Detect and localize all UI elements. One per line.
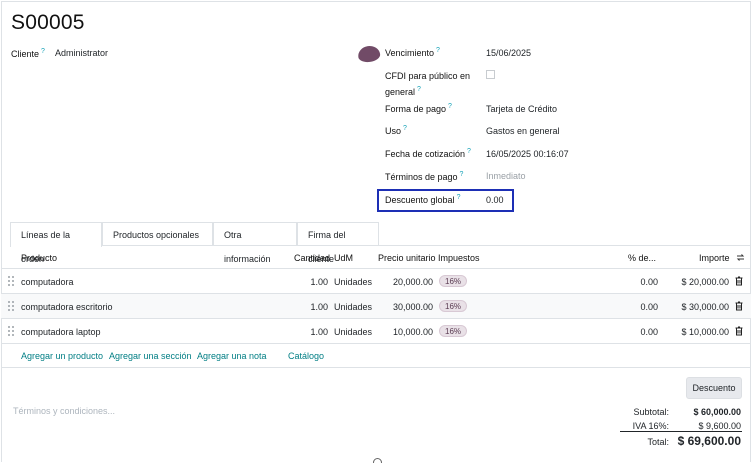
- cell-descuento[interactable]: 0.00: [640, 327, 658, 337]
- help-icon[interactable]: ?: [460, 171, 464, 178]
- fecha-cotizacion-label: Fecha de cotización?: [385, 148, 471, 159]
- cfdi-publico-label: CFDI para público en general?: [385, 71, 471, 97]
- help-icon[interactable]: ?: [457, 194, 461, 201]
- descuento-global-label: Descuento global?: [385, 194, 461, 205]
- cliente-field[interactable]: Administrator: [55, 48, 108, 58]
- table-row[interactable]: computadora 1.00 Unidades 20,000.00 16% …: [1, 269, 751, 294]
- add-note-link[interactable]: Agregar una nota: [197, 351, 267, 361]
- descuento-global-field[interactable]: 0.00: [486, 195, 504, 205]
- cell-precio[interactable]: 10,000.00: [393, 327, 433, 337]
- help-icon[interactable]: ?: [448, 103, 452, 110]
- iva-label: IVA 16%:: [632, 421, 669, 431]
- optional-columns-icon[interactable]: [736, 253, 745, 262]
- cell-cantidad[interactable]: 1.00: [310, 302, 328, 312]
- col-producto[interactable]: Producto: [21, 253, 57, 263]
- tab-lineas-orden[interactable]: Líneas de la orden: [10, 222, 102, 264]
- vencimiento-label: Vencimiento?: [385, 47, 440, 58]
- tab-productos-opcionales[interactable]: Productos opcionales: [102, 222, 213, 246]
- help-icon[interactable]: ?: [436, 47, 440, 54]
- tax-badge[interactable]: 16%: [439, 275, 468, 287]
- total-label: Total:: [647, 437, 669, 447]
- record-title: S00005: [11, 11, 85, 34]
- cliente-label: Cliente?: [11, 48, 45, 59]
- forma-pago-label: Forma de pago?: [385, 103, 452, 114]
- tab-otra-informacion[interactable]: Otra información: [213, 222, 297, 264]
- col-cantidad[interactable]: Cantidad: [294, 253, 330, 263]
- notebook-tabs: Líneas de la orden Productos opcionales …: [10, 222, 751, 264]
- cell-precio[interactable]: 30,000.00: [393, 302, 433, 312]
- fecha-cotizacion-field[interactable]: 16/05/2025 00:16:07: [486, 149, 569, 159]
- drag-handle-icon[interactable]: [8, 326, 14, 336]
- drag-handle-icon[interactable]: [8, 276, 14, 286]
- add-lines-row: Agregar un producto Agregar una sección …: [1, 344, 751, 368]
- terminos-pago-field[interactable]: Inmediato: [486, 171, 526, 181]
- drag-handle-icon[interactable]: [8, 301, 14, 311]
- cell-importe: $ 20,000.00: [681, 277, 729, 287]
- descuento-button[interactable]: Descuento: [686, 377, 742, 399]
- col-descuento[interactable]: % de...: [628, 253, 656, 263]
- scroll-indicator-icon: [373, 458, 382, 463]
- cell-udm[interactable]: Unidades: [334, 277, 372, 287]
- forma-pago-field[interactable]: Tarjeta de Crédito: [486, 104, 557, 114]
- cell-udm[interactable]: Unidades: [334, 302, 372, 312]
- col-impuestos[interactable]: Impuestos: [438, 253, 480, 263]
- cell-importe: $ 30,000.00: [681, 302, 729, 312]
- cell-cantidad[interactable]: 1.00: [310, 327, 328, 337]
- terms-conditions-input[interactable]: Términos y condiciones...: [13, 406, 115, 416]
- cell-precio[interactable]: 20,000.00: [393, 277, 433, 287]
- help-icon[interactable]: ?: [417, 86, 421, 93]
- uso-field[interactable]: Gastos en general: [486, 126, 560, 136]
- tax-badge[interactable]: 16%: [439, 300, 468, 312]
- trash-icon[interactable]: [735, 326, 743, 336]
- col-udm[interactable]: UdM: [334, 253, 353, 263]
- uso-label: Uso?: [385, 125, 407, 136]
- help-icon[interactable]: ?: [41, 48, 45, 55]
- col-precio-unitario[interactable]: Precio unitario: [378, 253, 436, 263]
- add-section-link[interactable]: Agregar una sección: [109, 351, 192, 361]
- cell-producto[interactable]: computadora: [21, 277, 74, 287]
- cell-producto[interactable]: computadora laptop: [21, 327, 101, 337]
- cell-descuento[interactable]: 0.00: [640, 277, 658, 287]
- add-product-link[interactable]: Agregar un producto: [21, 351, 103, 361]
- total-value: $ 69,600.00: [677, 434, 741, 448]
- col-importe[interactable]: Importe: [699, 253, 730, 263]
- cfdi-publico-checkbox[interactable]: [486, 70, 495, 79]
- help-icon[interactable]: ?: [467, 148, 471, 155]
- help-icon[interactable]: ?: [403, 125, 407, 132]
- trash-icon[interactable]: [735, 276, 743, 286]
- cell-producto[interactable]: computadora escritorio: [21, 302, 113, 312]
- tab-firma-cliente[interactable]: Firma del cliente: [297, 222, 379, 264]
- catalog-link[interactable]: Catálogo: [288, 351, 324, 361]
- iva-value: $ 9,600.00: [698, 421, 741, 431]
- cell-udm[interactable]: Unidades: [334, 327, 372, 337]
- tax-badge[interactable]: 16%: [439, 325, 468, 337]
- cell-cantidad[interactable]: 1.00: [310, 277, 328, 287]
- cell-descuento[interactable]: 0.00: [640, 302, 658, 312]
- table-header: Producto Cantidad UdM Precio unitario Im…: [1, 247, 751, 269]
- trash-icon[interactable]: [735, 301, 743, 311]
- cell-importe: $ 10,000.00: [681, 327, 729, 337]
- subtotal-value: $ 60,000.00: [693, 407, 741, 417]
- terminos-pago-label: Términos de pago?: [385, 171, 464, 182]
- totals-divider: [620, 431, 742, 432]
- table-row[interactable]: computadora laptop 1.00 Unidades 10,000.…: [1, 319, 751, 344]
- subtotal-label: Subtotal:: [633, 407, 669, 417]
- table-row[interactable]: computadora escritorio 1.00 Unidades 30,…: [1, 294, 751, 319]
- vencimiento-field[interactable]: 15/06/2025: [486, 48, 531, 58]
